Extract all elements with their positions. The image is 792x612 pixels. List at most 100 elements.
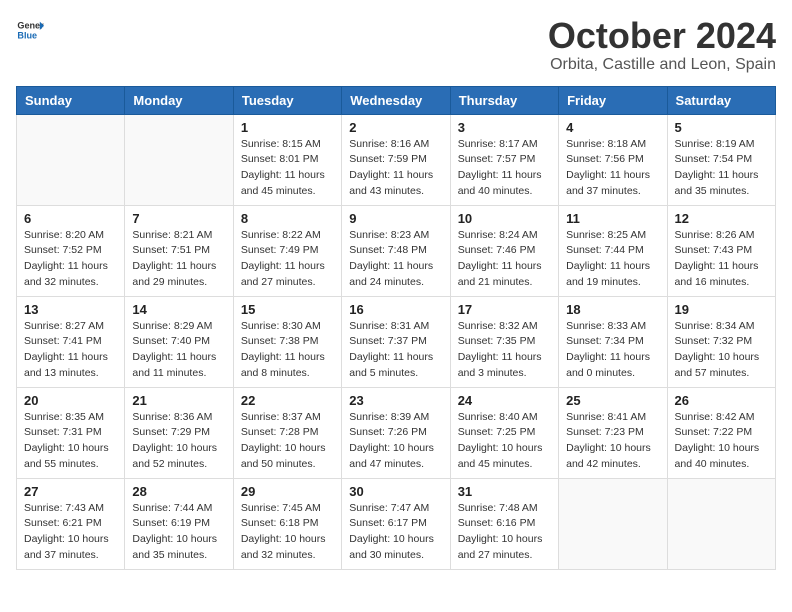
- day-number: 25: [566, 393, 659, 408]
- calendar-table: SundayMondayTuesdayWednesdayThursdayFrid…: [16, 86, 776, 570]
- day-number: 30: [349, 484, 442, 499]
- day-number: 1: [241, 120, 334, 135]
- calendar-cell: 28 Sunrise: 7:44 AMSunset: 6:19 PMDayligh…: [125, 478, 233, 569]
- day-info: Sunrise: 8:23 AMSunset: 7:48 PMDaylight:…: [349, 228, 442, 291]
- day-info: Sunrise: 7:45 AMSunset: 6:18 PMDaylight:…: [241, 501, 334, 564]
- logo-icon: General Blue: [16, 16, 44, 44]
- day-number: 12: [675, 211, 768, 226]
- logo: General Blue: [16, 16, 44, 44]
- day-info: Sunrise: 8:34 AMSunset: 7:32 PMDaylight:…: [675, 319, 768, 382]
- day-number: 27: [24, 484, 117, 499]
- day-number: 17: [458, 302, 551, 317]
- calendar-cell: 9 Sunrise: 8:23 AMSunset: 7:48 PMDaylight…: [342, 205, 450, 296]
- day-number: 6: [24, 211, 117, 226]
- calendar-cell: 4 Sunrise: 8:18 AMSunset: 7:56 PMDaylight…: [559, 114, 667, 205]
- day-number: 9: [349, 211, 442, 226]
- day-info: Sunrise: 8:42 AMSunset: 7:22 PMDaylight:…: [675, 410, 768, 473]
- day-info: Sunrise: 8:30 AMSunset: 7:38 PMDaylight:…: [241, 319, 334, 382]
- calendar-cell: 26 Sunrise: 8:42 AMSunset: 7:22 PMDayligh…: [667, 387, 775, 478]
- calendar-cell: [17, 114, 125, 205]
- day-info: Sunrise: 8:29 AMSunset: 7:40 PMDaylight:…: [132, 319, 225, 382]
- day-info: Sunrise: 8:40 AMSunset: 7:25 PMDaylight:…: [458, 410, 551, 473]
- day-number: 18: [566, 302, 659, 317]
- day-number: 4: [566, 120, 659, 135]
- day-info: Sunrise: 8:36 AMSunset: 7:29 PMDaylight:…: [132, 410, 225, 473]
- day-info: Sunrise: 7:48 AMSunset: 6:16 PMDaylight:…: [458, 501, 551, 564]
- day-info: Sunrise: 8:33 AMSunset: 7:34 PMDaylight:…: [566, 319, 659, 382]
- day-number: 31: [458, 484, 551, 499]
- day-number: 23: [349, 393, 442, 408]
- page-header: General Blue October 2024 Orbita, Castil…: [16, 16, 776, 74]
- calendar-cell: 14Sunrise: 8:29 AMSunset: 7:40 PMDayligh…: [125, 296, 233, 387]
- calendar-cell: 8 Sunrise: 8:22 AMSunset: 7:49 PMDaylight…: [233, 205, 341, 296]
- calendar-cell: [667, 478, 775, 569]
- day-number: 13: [24, 302, 117, 317]
- day-number: 26: [675, 393, 768, 408]
- weekday-header-tuesday: Tuesday: [233, 86, 341, 114]
- calendar-cell: 15 Sunrise: 8:30 AMSunset: 7:38 PMDayligh…: [233, 296, 341, 387]
- calendar-week-row: 1 Sunrise: 8:15 AMSunset: 8:01 PMDaylight…: [17, 114, 776, 205]
- day-info: Sunrise: 8:15 AMSunset: 8:01 PMDaylight:…: [241, 137, 334, 200]
- day-info: Sunrise: 8:21 AMSunset: 7:51 PMDaylight:…: [132, 228, 225, 291]
- day-number: 22: [241, 393, 334, 408]
- day-info: Sunrise: 8:22 AMSunset: 7:49 PMDaylight:…: [241, 228, 334, 291]
- day-number: 21: [132, 393, 225, 408]
- day-info: Sunrise: 8:35 AMSunset: 7:31 PMDaylight:…: [24, 410, 117, 473]
- day-info: Sunrise: 8:25 AMSunset: 7:44 PMDaylight:…: [566, 228, 659, 291]
- day-info: Sunrise: 8:20 AMSunset: 7:52 PMDaylight:…: [24, 228, 117, 291]
- day-number: 2: [349, 120, 442, 135]
- day-number: 3: [458, 120, 551, 135]
- day-info: Sunrise: 8:16 AMSunset: 7:59 PMDaylight:…: [349, 137, 442, 200]
- day-number: 15: [241, 302, 334, 317]
- calendar-cell: 19 Sunrise: 8:34 AMSunset: 7:32 PMDayligh…: [667, 296, 775, 387]
- day-info: Sunrise: 8:26 AMSunset: 7:43 PMDaylight:…: [675, 228, 768, 291]
- calendar-cell: 17 Sunrise: 8:32 AMSunset: 7:35 PMDayligh…: [450, 296, 558, 387]
- calendar-week-row: 27Sunrise: 7:43 AMSunset: 6:21 PMDayligh…: [17, 478, 776, 569]
- calendar-cell: 6 Sunrise: 8:20 AMSunset: 7:52 PMDaylight…: [17, 205, 125, 296]
- calendar-cell: 18 Sunrise: 8:33 AMSunset: 7:34 PMDayligh…: [559, 296, 667, 387]
- day-number: 20: [24, 393, 117, 408]
- calendar-cell: 11 Sunrise: 8:25 AMSunset: 7:44 PMDayligh…: [559, 205, 667, 296]
- day-info: Sunrise: 8:24 AMSunset: 7:46 PMDaylight:…: [458, 228, 551, 291]
- location-title: Orbita, Castille and Leon, Spain: [548, 56, 776, 74]
- calendar-cell: 3Sunrise: 8:17 AMSunset: 7:57 PMDaylight…: [450, 114, 558, 205]
- day-number: 28: [132, 484, 225, 499]
- calendar-cell: [125, 114, 233, 205]
- calendar-cell: 24 Sunrise: 8:40 AMSunset: 7:25 PMDayligh…: [450, 387, 558, 478]
- calendar-cell: 27Sunrise: 7:43 AMSunset: 6:21 PMDayligh…: [17, 478, 125, 569]
- calendar-cell: 12 Sunrise: 8:26 AMSunset: 7:43 PMDayligh…: [667, 205, 775, 296]
- day-info: Sunrise: 8:27 AMSunset: 7:41 PMDaylight:…: [24, 319, 117, 382]
- day-number: 8: [241, 211, 334, 226]
- calendar-cell: 2 Sunrise: 8:16 AMSunset: 7:59 PMDaylight…: [342, 114, 450, 205]
- day-number: 29: [241, 484, 334, 499]
- day-number: 7: [132, 211, 225, 226]
- calendar-cell: 7 Sunrise: 8:21 AMSunset: 7:51 PMDaylight…: [125, 205, 233, 296]
- weekday-header-monday: Monday: [125, 86, 233, 114]
- day-number: 19: [675, 302, 768, 317]
- calendar-cell: 5Sunrise: 8:19 AMSunset: 7:54 PMDaylight…: [667, 114, 775, 205]
- calendar-week-row: 6 Sunrise: 8:20 AMSunset: 7:52 PMDaylight…: [17, 205, 776, 296]
- calendar-cell: 22 Sunrise: 8:37 AMSunset: 7:28 PMDayligh…: [233, 387, 341, 478]
- calendar-cell: 29 Sunrise: 7:45 AMSunset: 6:18 PMDayligh…: [233, 478, 341, 569]
- calendar-cell: 21 Sunrise: 8:36 AMSunset: 7:29 PMDayligh…: [125, 387, 233, 478]
- day-info: Sunrise: 7:47 AMSunset: 6:17 PMDaylight:…: [349, 501, 442, 564]
- calendar-cell: 20 Sunrise: 8:35 AMSunset: 7:31 PMDayligh…: [17, 387, 125, 478]
- calendar-cell: 16Sunrise: 8:31 AMSunset: 7:37 PMDayligh…: [342, 296, 450, 387]
- day-number: 11: [566, 211, 659, 226]
- day-info: Sunrise: 8:18 AMSunset: 7:56 PMDaylight:…: [566, 137, 659, 200]
- day-info: Sunrise: 8:41 AMSunset: 7:23 PMDaylight:…: [566, 410, 659, 473]
- day-info: Sunrise: 8:32 AMSunset: 7:35 PMDaylight:…: [458, 319, 551, 382]
- title-block: October 2024 Orbita, Castille and Leon, …: [548, 16, 776, 74]
- svg-text:Blue: Blue: [17, 30, 37, 40]
- calendar-cell: 1 Sunrise: 8:15 AMSunset: 8:01 PMDaylight…: [233, 114, 341, 205]
- day-number: 10: [458, 211, 551, 226]
- day-number: 5: [675, 120, 768, 135]
- day-number: 24: [458, 393, 551, 408]
- calendar-week-row: 20 Sunrise: 8:35 AMSunset: 7:31 PMDayligh…: [17, 387, 776, 478]
- weekday-header-wednesday: Wednesday: [342, 86, 450, 114]
- day-info: Sunrise: 7:44 AMSunset: 6:19 PMDaylight:…: [132, 501, 225, 564]
- weekday-header-sunday: Sunday: [17, 86, 125, 114]
- day-info: Sunrise: 8:37 AMSunset: 7:28 PMDaylight:…: [241, 410, 334, 473]
- calendar-cell: 30 Sunrise: 7:47 AMSunset: 6:17 PMDayligh…: [342, 478, 450, 569]
- weekday-header-friday: Friday: [559, 86, 667, 114]
